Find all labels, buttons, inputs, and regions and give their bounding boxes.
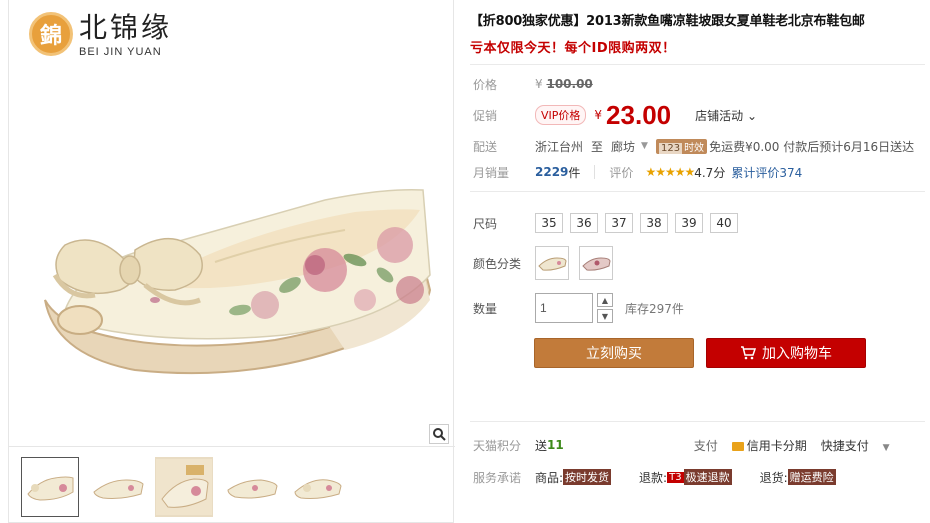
timeliness-text: 时效 (684, 142, 705, 154)
timeliness-badge: 123 时效 (655, 138, 708, 154)
refund-prefix: 退款: (639, 470, 668, 485)
quantity-increase-button[interactable]: ▲ (597, 293, 613, 307)
size-option[interactable]: 37 (605, 213, 633, 233)
service-section: 天猫积分 送 11 支付 信用卡分期 快捷支付 ▼ 服务承诺 商品: 按时发货 … (470, 421, 925, 492)
shipping-label: 配送 (473, 139, 498, 154)
on-time-delivery-badge[interactable]: 按时发货 (563, 469, 612, 485)
return-prefix: 退货: (759, 470, 788, 485)
thumbnail-shoe-image (227, 479, 278, 499)
product-subtitle: 亏本仅限今天！每个ID限购两双！ (470, 41, 676, 56)
size-option[interactable]: 38 (640, 213, 668, 233)
quick-pay-label: 快捷支付 (820, 438, 869, 453)
credit-card-icon (731, 441, 744, 451)
brand-logo: 錦 北锦缘 BEI JIN YUAN (29, 12, 172, 58)
credit-installment-label: 信用卡分期 (746, 438, 807, 453)
thumbnail-shoe-image (27, 476, 74, 501)
product-gallery: 錦 北锦缘 BEI JIN YUAN (8, 0, 455, 523)
brand-name-cn: 北锦缘 (79, 11, 173, 44)
vip-price-badge: VIP价格 (535, 105, 587, 125)
brand-seal-icon: 錦 (29, 12, 73, 56)
zoom-button[interactable] (429, 424, 449, 444)
points-label: 天猫积分 (473, 438, 522, 453)
quantity-decrease-button[interactable]: ▼ (597, 309, 613, 323)
credit-installment[interactable]: 信用卡分期 (731, 437, 807, 454)
caret-down-icon: ▼ (882, 442, 890, 453)
points-prefix: 送 (535, 438, 548, 453)
thumbnail-shoe-image (294, 479, 342, 499)
color-swatch-shoe-image (538, 257, 567, 271)
promo-price: 23.00 (606, 99, 672, 130)
quantity-input[interactable] (535, 293, 593, 323)
promo-label: 促销 (473, 108, 498, 123)
size-option[interactable]: 35 (535, 213, 563, 233)
thumbnail-2[interactable] (89, 457, 147, 517)
caret-down-icon: ▼ (641, 141, 648, 151)
cart-icon (741, 346, 756, 360)
product-info-panel: 【折800独家优惠】2013新款鱼嘴凉鞋坡跟女夏单鞋老北京布鞋包邮 亏本仅限今天… (470, 0, 925, 523)
brand-name-en: BEI JIN YUAN (79, 46, 162, 58)
sku-section: 尺码 35 36 37 38 39 40 颜色分类 数量 1 ▲ ▼ 库存297… (470, 210, 925, 326)
fast-refund-badge[interactable]: 极速退款 (683, 469, 732, 485)
chevron-down-icon: ⌄ (746, 108, 758, 123)
review-count-link[interactable]: 累计评价374 (731, 164, 802, 181)
original-price: 100.00 (546, 77, 593, 91)
rating-stars: ★★★★★ (645, 165, 695, 179)
sales-label: 月销量 (473, 165, 510, 180)
return-shipping-insurance-badge[interactable]: 赠运费险 (787, 469, 836, 485)
color-label: 颜色分类 (473, 256, 522, 271)
quantity-stepper: ▲ ▼ (597, 293, 613, 323)
buy-now-label: 立刻购买 (586, 346, 642, 362)
product-title: 【折800独家优惠】2013新款鱼嘴凉鞋坡跟女夏单鞋老北京布鞋包邮 (470, 14, 865, 29)
ship-to-selector[interactable]: 廊坊 (611, 138, 635, 155)
points-value: 11 (547, 438, 564, 452)
stock-text: 库存297件 (625, 301, 684, 316)
divider (594, 165, 596, 179)
thumbnail-5[interactable] (289, 457, 347, 517)
main-product-image[interactable] (25, 150, 435, 390)
color-options (535, 246, 613, 280)
size-option[interactable]: 40 (710, 213, 738, 233)
color-option-pink[interactable] (579, 246, 613, 280)
size-options: 35 36 37 38 39 40 (535, 213, 738, 233)
thumbnail-shoe-image (156, 459, 212, 515)
ship-to-word: 至 (591, 139, 604, 154)
thumbnail-1[interactable] (21, 457, 79, 517)
size-option[interactable]: 39 (675, 213, 703, 233)
goods-prefix: 商品: (535, 470, 564, 485)
add-to-cart-label: 加入购物车 (762, 346, 832, 362)
action-buttons: 立刻购买 加入购物车 (534, 338, 925, 368)
rating-score: 4.7分 (694, 165, 726, 180)
color-swatch-shoe-image (582, 257, 611, 271)
thumbnail-strip (9, 446, 455, 523)
service-label: 服务承诺 (473, 470, 522, 485)
quantity-label: 数量 (473, 301, 498, 316)
thumbnail-4[interactable] (223, 457, 281, 517)
thumbnail-3[interactable] (155, 457, 213, 517)
price-box: 价格 ¥ 100.00 促销 VIP价格 ¥ 23.00 店铺活动 ⌄ 配送 浙… (470, 64, 925, 192)
thumbnail-shoe-image (93, 479, 144, 499)
store-activity-label: 店铺活动 (695, 108, 744, 123)
buy-now-button[interactable]: 立刻购买 (534, 338, 694, 368)
quick-pay-dropdown[interactable]: 快捷支付 ▼ (821, 437, 890, 454)
magnifier-icon (433, 428, 446, 441)
price-label: 价格 (473, 77, 498, 92)
color-option-beige[interactable] (535, 246, 569, 280)
ship-from: 浙江台州 (535, 139, 584, 154)
promo-currency: ¥ (594, 108, 603, 122)
sales-unit: 件 (568, 165, 581, 180)
pay-label: 支付 (693, 438, 718, 453)
sales-count: 2229 (535, 165, 569, 179)
size-label: 尺码 (473, 216, 498, 231)
timeliness-num: 123 (658, 142, 683, 154)
size-option[interactable]: 36 (570, 213, 598, 233)
t3-badge: T3 (667, 471, 684, 483)
store-activity-dropdown[interactable]: 店铺活动 ⌄ (695, 107, 757, 124)
add-to-cart-button[interactable]: 加入购物车 (706, 338, 866, 368)
rating-label: 评价 (609, 165, 634, 180)
price-currency: ¥ (535, 77, 543, 91)
shipping-free-text: 免运费¥0.00 付款后预计6月16日送达 (709, 139, 915, 154)
